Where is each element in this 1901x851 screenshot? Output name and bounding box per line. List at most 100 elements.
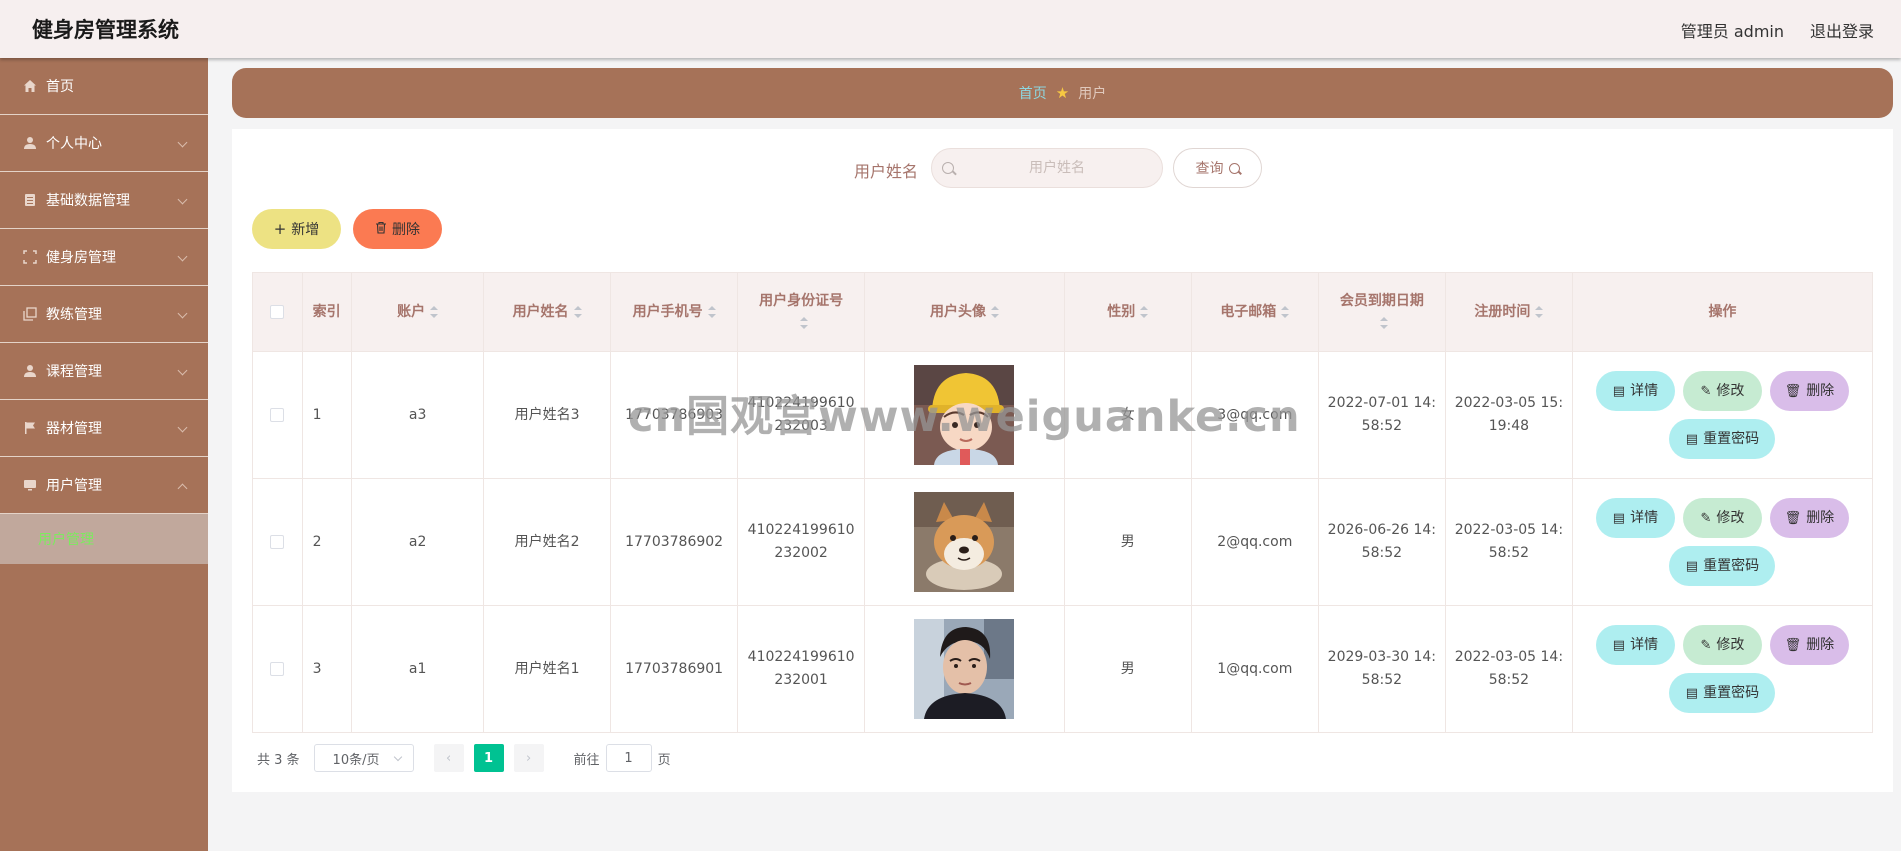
row-select-cell <box>252 351 303 479</box>
page-size-select[interactable]: 10条/页 <box>313 744 414 772</box>
cartoon-avatar[interactable] <box>914 365 1015 465</box>
cell-expire: 2026-06-26 14: 58:52 <box>1317 478 1446 606</box>
document-icon: ▤ <box>1612 637 1626 653</box>
query-button[interactable]: 查询 <box>1173 148 1262 188</box>
reset-password-button[interactable]: ▤ 重置密码 <box>1669 546 1776 586</box>
row-checkbox[interactable] <box>270 407 285 422</box>
header-email[interactable]: 电子邮箱 <box>1190 272 1319 352</box>
user-icon <box>22 364 37 379</box>
header-register[interactable]: 注册时间 <box>1444 272 1573 352</box>
sort-icon[interactable] <box>1535 306 1544 318</box>
header-name-label: 用户姓名 <box>512 304 569 320</box>
chevron-down-icon <box>177 137 188 148</box>
header-name[interactable]: 用户姓名 <box>483 272 612 352</box>
detail-button[interactable]: ▤ 详情 <box>1595 498 1675 538</box>
sidebar-item-equipment[interactable]: 器材管理 <box>0 400 208 457</box>
man-photo-avatar[interactable] <box>914 619 1015 719</box>
header-id-card-label: 用户身份证号 <box>759 293 844 309</box>
row-checkbox[interactable] <box>270 661 285 676</box>
home-icon <box>22 79 37 94</box>
sidebar-item-course[interactable]: 课程管理 <box>0 343 208 400</box>
delete-button[interactable]: 🗑 删除 <box>1769 371 1849 411</box>
sidebar-item-coach[interactable]: 教练管理 <box>0 286 208 343</box>
sidebar-item-label: 基础数据管理 <box>46 193 130 209</box>
breadcrumb-home[interactable]: 首页 <box>1019 83 1047 103</box>
search-input[interactable] <box>962 149 1152 187</box>
delete-button[interactable]: 🗑 删除 <box>1769 625 1849 665</box>
pagination: 共 3 条 10条/页 ‹ 1 › 前往 页 <box>257 743 671 773</box>
sort-icon[interactable] <box>990 306 999 318</box>
sidebar-item-home[interactable]: 首页 <box>0 58 208 115</box>
sort-icon[interactable] <box>1140 306 1149 318</box>
jump-page-input[interactable] <box>605 744 652 772</box>
header-gender[interactable]: 性别 <box>1063 272 1192 352</box>
cell-avatar <box>864 351 1065 479</box>
cell-name: 用户姓名3 <box>483 351 612 479</box>
cell-expire-line2: 58:52 <box>1361 672 1403 688</box>
search-box <box>931 148 1163 188</box>
row-select-cell <box>252 478 303 606</box>
add-button[interactable]: + 新增 <box>252 209 341 249</box>
copy-icon <box>22 307 37 322</box>
sidebar-item-label: 课程管理 <box>46 364 102 380</box>
cell-id-card: 410224199610 232003 <box>737 351 866 479</box>
dog-avatar[interactable] <box>914 492 1015 592</box>
sidebar-subitem-user-management[interactable]: 用户管理 <box>0 514 208 564</box>
cell-index: 1 <box>301 351 353 479</box>
next-page-button[interactable]: › <box>513 744 544 772</box>
sort-icon[interactable] <box>1281 306 1290 318</box>
cell-register-line1: 2022-03-05 15: <box>1454 395 1564 411</box>
cell-index: 2 <box>301 478 353 606</box>
cell-gender: 男 <box>1063 605 1192 733</box>
header-index: 索引 <box>301 272 353 352</box>
reset-password-button[interactable]: ▤ 重置密码 <box>1669 419 1776 459</box>
page-unit-label: 页 <box>657 752 671 768</box>
sidebar-item-user-management[interactable]: 用户管理 <box>0 457 208 514</box>
cell-avatar <box>864 478 1065 606</box>
cell-expire-line1: 2022-07-01 14: <box>1327 395 1437 411</box>
edit-button[interactable]: ✎ 修改 <box>1682 371 1762 411</box>
header-id-card[interactable]: 用户身份证号 <box>737 272 866 352</box>
page-button[interactable]: 1 <box>473 744 504 772</box>
cell-id-card-line2: 232001 <box>774 672 828 688</box>
detail-button-label: 详情 <box>1630 636 1659 653</box>
header-account[interactable]: 账户 <box>351 272 485 352</box>
sort-icon[interactable] <box>707 306 716 318</box>
cell-expire-line1: 2029-03-30 14: <box>1327 649 1437 665</box>
delete-button[interactable]: 🗑 删除 <box>1769 498 1849 538</box>
prev-page-button[interactable]: ‹ <box>433 744 464 772</box>
header-phone[interactable]: 用户手机号 <box>610 272 739 352</box>
table-row: 1 a3 用户姓名3 17703786903 410224199610 23200… <box>252 351 1874 479</box>
cell-name: 用户姓名2 <box>483 478 612 606</box>
edit-button[interactable]: ✎ 修改 <box>1682 625 1762 665</box>
sort-icon[interactable] <box>430 306 439 318</box>
logout-button[interactable]: 退出登录 <box>1810 18 1874 42</box>
cell-id-card-line1: 410224199610 <box>747 395 855 411</box>
row-checkbox[interactable] <box>270 534 285 549</box>
sort-icon[interactable] <box>573 306 582 318</box>
header-avatar[interactable]: 用户头像 <box>864 272 1065 352</box>
cell-register: 2022-03-05 15: 19:48 <box>1444 351 1573 479</box>
batch-delete-button[interactable]: 删除 <box>353 209 442 249</box>
sort-icon[interactable] <box>799 317 808 329</box>
sidebar-item-label: 教练管理 <box>46 307 102 323</box>
user-icon <box>22 136 37 151</box>
cell-gender: 女 <box>1063 351 1192 479</box>
detail-button[interactable]: ▤ 详情 <box>1595 625 1675 665</box>
sort-icon[interactable] <box>1380 317 1389 329</box>
sidebar-item-base-data[interactable]: 基础数据管理 <box>0 172 208 229</box>
sidebar-item-gym[interactable]: 健身房管理 <box>0 229 208 286</box>
edit-button-label: 修改 <box>1716 636 1745 653</box>
header-expire[interactable]: 会员到期日期 <box>1317 272 1446 352</box>
header-phone-label: 用户手机号 <box>632 304 703 320</box>
cell-account: a1 <box>351 605 485 733</box>
table-row: 2 a2 用户姓名2 17703786902 410224199610 23200… <box>252 478 1874 606</box>
chevron-down-icon <box>177 422 188 433</box>
edit-button[interactable]: ✎ 修改 <box>1682 498 1762 538</box>
detail-button[interactable]: ▤ 详情 <box>1595 371 1675 411</box>
reset-password-button[interactable]: ▤ 重置密码 <box>1669 673 1776 713</box>
sidebar-item-personal-center[interactable]: 个人中心 <box>0 115 208 172</box>
user-table: 索引 账户 用户姓名 用户手机号 用户身份证号 用户头像 性别 电子邮箱 会员到… <box>252 272 1874 733</box>
select-all-checkbox[interactable] <box>270 305 285 319</box>
query-button-label: 查询 <box>1195 161 1224 177</box>
